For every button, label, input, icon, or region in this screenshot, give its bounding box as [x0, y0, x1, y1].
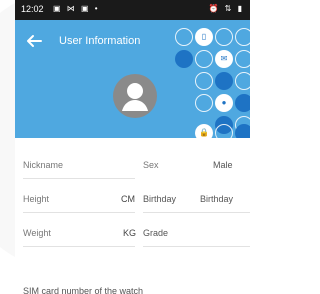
app-screen: 12:02 ▣ ⋈ ▣ • ⏰ ⇅ ▮ User Information ▯ ✉	[0, 0, 250, 294]
system-icons: ⏰ ⇅ ▮	[208, 4, 244, 13]
weight-row: Weight KG Grade	[15, 222, 250, 256]
back-arrow-icon[interactable]	[25, 32, 43, 50]
sim-card-label: SIM card number of the watch	[23, 286, 144, 294]
nickname-row: Nickname Sex Male	[15, 154, 250, 188]
header-banner: User Information ▯ ✉ ● �	[15, 20, 250, 138]
mail-icon: ✉	[215, 50, 233, 68]
lock-icon: 🔒	[195, 124, 213, 138]
grade-field[interactable]	[143, 246, 250, 247]
location-pin-icon: ●	[215, 94, 233, 112]
avatar[interactable]	[113, 74, 157, 118]
birthday-value[interactable]: Birthday	[200, 194, 233, 204]
weight-unit: KG	[123, 228, 137, 238]
decorative-circle-grid: ▯ ✉ ● 🔒	[175, 28, 250, 138]
nickname-input[interactable]	[23, 178, 135, 179]
weight-label: Weight	[23, 228, 51, 238]
sex-label: Sex	[143, 160, 159, 170]
sex-value[interactable]: Male	[213, 160, 233, 170]
user-info-form: Nickname Sex Male Height CM Birthday Bir…	[15, 138, 250, 294]
height-unit: CM	[121, 194, 135, 204]
birthday-field[interactable]	[143, 212, 250, 213]
status-bar: 12:02 ▣ ⋈ ▣ • ⏰ ⇅ ▮	[15, 0, 250, 20]
height-row: Height CM Birthday Birthday	[15, 188, 250, 222]
notification-icons: ▣ ⋈ ▣ •	[53, 4, 100, 13]
phone-icon: ▯	[195, 28, 213, 46]
height-input[interactable]	[23, 212, 135, 213]
status-time: 12:02	[21, 4, 44, 14]
birthday-label: Birthday	[143, 194, 177, 204]
grade-label: Grade	[143, 228, 169, 238]
page-title: User Information	[59, 35, 141, 47]
weight-input[interactable]	[23, 246, 135, 247]
nickname-label: Nickname	[23, 160, 64, 170]
height-label: Height	[23, 194, 50, 204]
